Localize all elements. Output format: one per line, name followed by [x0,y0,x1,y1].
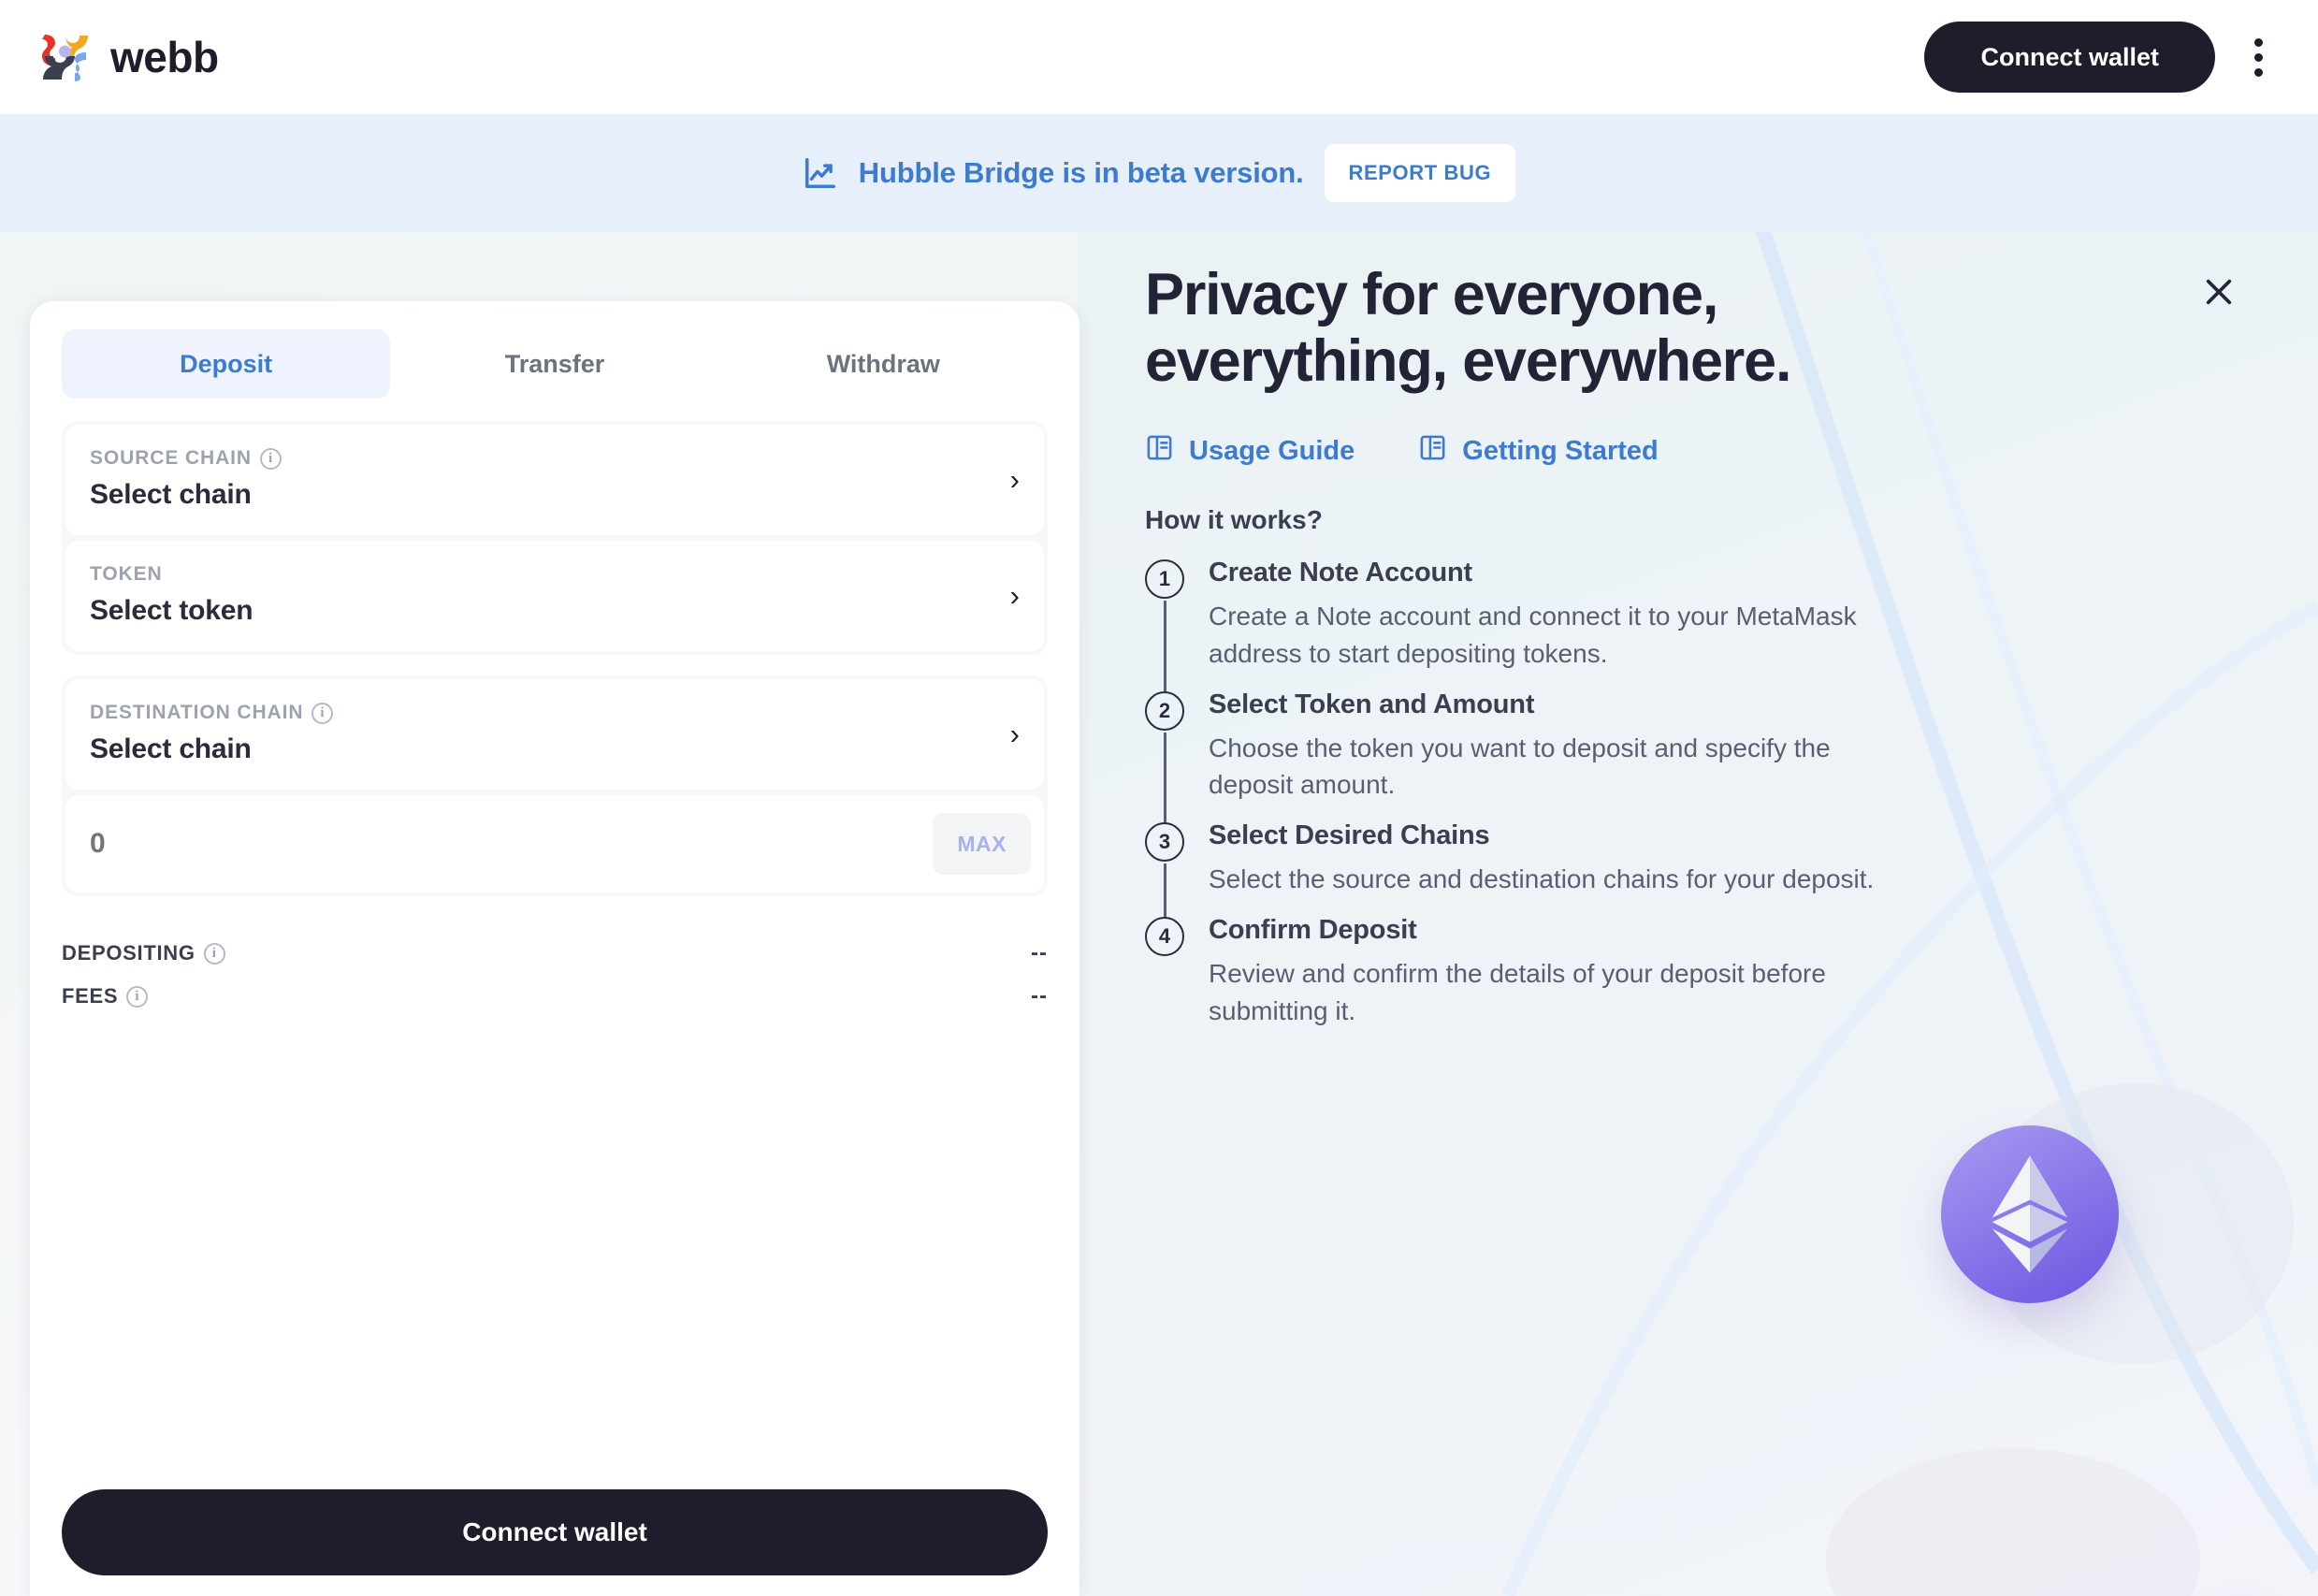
step-item: 4 Confirm Deposit Review and confirm the… [1145,915,2127,1030]
top-bar: webb Connect wallet [0,0,2318,114]
promo-hero: Privacy for everyone, everything, everyw… [1145,262,2127,1029]
step-number: 2 [1145,690,1184,731]
max-button[interactable]: MAX [933,813,1031,875]
bridge-summary: DEPOSITING i -- FEES i -- [62,917,1048,1018]
bridge-card-footer: Connect wallet [30,1489,1079,1596]
token-selector[interactable]: TOKEN Select token › [65,541,1044,651]
info-icon[interactable]: i [126,985,149,1008]
step-connector [1164,732,1166,825]
page-title-line-2: everything, everywhere. [1145,327,1791,394]
close-icon[interactable] [2193,266,2245,318]
how-it-works-steps: 1 Create Note Account Create a Note acco… [1145,558,2127,1029]
amount-input[interactable] [90,828,749,860]
getting-started-link[interactable]: Getting Started [1418,433,1659,470]
step-title: Confirm Deposit [1209,914,1417,945]
brand-name: webb [110,33,219,81]
book-icon [1145,433,1174,470]
chevron-right-icon: › [1009,578,1020,612]
destination-chain-value: Select chain [90,733,252,764]
source-chain-label: SOURCE CHAIN [90,447,252,469]
connect-wallet-button[interactable]: Connect wallet [1924,22,2215,93]
app-root: webb Connect wallet Hubble Bridge is in … [0,0,2318,1596]
info-icon[interactable]: i [203,942,225,965]
page-title-line-1: Privacy for everyone, [1145,262,1718,327]
destination-chain-text: DESTINATION CHAIN i Select chain [90,702,334,765]
ethereum-diamond-icon [1992,1155,2068,1273]
summary-row-fees: FEES i -- [62,975,1048,1018]
chevron-right-icon: › [1009,462,1020,496]
destination-chain-label: DESTINATION CHAIN [90,702,304,723]
usage-guide-label: Usage Guide [1189,436,1355,467]
step-description: Select the source and destination chains… [1209,864,1875,894]
info-icon[interactable]: i [259,447,282,470]
webb-logo-icon [37,29,94,85]
step-title: Select Token and Amount [1209,689,1535,719]
report-bug-button[interactable]: REPORT BUG [1324,144,1516,202]
token-value: Select token [90,595,254,626]
step-number: 1 [1145,559,1184,600]
destination-group: DESTINATION CHAIN i Select chain › MAX [62,675,1048,896]
beta-banner-message: Hubble Bridge is in beta version. [858,156,1304,189]
step-number: 3 [1145,822,1184,863]
step-title: Select Desired Chains [1209,820,1490,851]
depositing-value: -- [1031,940,1048,965]
beta-banner: Hubble Bridge is in beta version. REPORT… [0,114,2318,232]
source-group: SOURCE CHAIN i Select chain › TOKEN Sele… [62,421,1048,655]
bridge-form: SOURCE CHAIN i Select chain › TOKEN Sele… [30,399,1079,1018]
book-icon [1418,433,1447,470]
step-number: 4 [1145,916,1184,956]
bridge-card: Deposit Transfer Withdraw SOURCE CHAIN i… [30,301,1079,1596]
token-label: TOKEN [90,563,163,585]
info-icon[interactable]: i [311,702,334,724]
source-chain-selector[interactable]: SOURCE CHAIN i Select chain › [65,425,1044,535]
usage-guide-link[interactable]: Usage Guide [1145,433,1355,470]
source-chain-text: SOURCE CHAIN i Select chain [90,447,282,511]
page-title: Privacy for everyone, everything, everyw… [1145,262,2127,394]
source-chain-value: Select chain [90,479,252,510]
step-description: Choose the token you want to deposit and… [1209,733,1831,800]
step-connector [1164,863,1166,919]
summary-row-depositing: DEPOSITING i -- [62,932,1048,975]
fees-label: FEES [62,984,119,1008]
getting-started-label: Getting Started [1462,436,1659,467]
token-text: TOKEN Select token [90,563,254,627]
line-chart-icon [803,155,838,191]
promo-pane: Privacy for everyone, everything, everyw… [1078,232,2318,1596]
step-description: Review and confirm the details of your d… [1209,958,1826,1025]
bridge-tabs: Deposit Transfer Withdraw [30,301,1079,399]
tab-withdraw[interactable]: Withdraw [719,329,1048,399]
token-label-row: TOKEN [90,563,253,586]
main-area: Privacy for everyone, everything, everyw… [0,232,2318,1596]
depositing-label-row: DEPOSITING i [62,941,225,965]
depositing-label: DEPOSITING [62,941,196,965]
how-it-works-heading: How it works? [1145,505,1323,535]
tab-deposit[interactable]: Deposit [62,329,391,399]
step-description: Create a Note account and connect it to … [1209,602,1857,668]
destination-chain-selector[interactable]: DESTINATION CHAIN i Select chain › [65,679,1044,790]
top-bar-actions: Connect wallet [1924,22,2279,93]
submit-connect-wallet-button[interactable]: Connect wallet [62,1489,1048,1575]
promo-links: Usage Guide Getting Started [1145,433,2127,470]
destination-chain-label-row: DESTINATION CHAIN i [90,702,334,724]
tab-transfer[interactable]: Transfer [390,329,718,399]
brand-logo[interactable]: webb [37,29,219,85]
kebab-menu-icon[interactable] [2238,22,2279,93]
step-item: 3 Select Desired Chains Select the sourc… [1145,820,2127,919]
fees-value: -- [1031,983,1048,1008]
ethereum-orb [1941,1125,2119,1303]
source-chain-label-row: SOURCE CHAIN i [90,447,282,470]
step-item: 1 Create Note Account Create a Note acco… [1145,558,2127,693]
amount-row: MAX [65,795,1044,892]
step-title: Create Note Account [1209,558,1472,588]
chevron-right-icon: › [1009,717,1020,750]
step-item: 2 Select Token and Amount Choose the tok… [1145,689,2127,825]
fees-label-row: FEES i [62,984,149,1008]
step-connector [1164,601,1166,693]
